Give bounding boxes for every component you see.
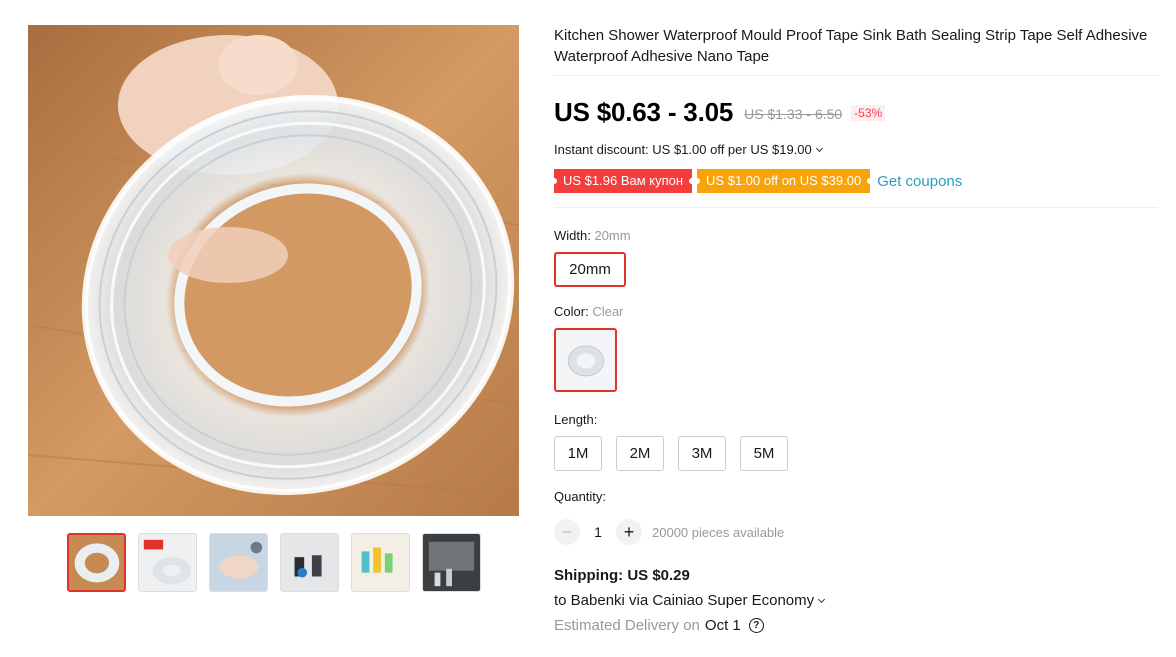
chevron-down-icon [815, 144, 823, 152]
color-label: Color: Clear [554, 304, 1158, 319]
clear-tape-swatch [556, 330, 615, 390]
quantity-label: Quantity: [554, 489, 607, 504]
length-option-2m[interactable]: 2M [616, 436, 664, 471]
thumbnail-strip [67, 533, 481, 592]
coupon-select[interactable]: US $1.00 off on US $39.00 [694, 169, 874, 193]
thumbnail-2[interactable] [138, 533, 197, 592]
thumbnail-5[interactable] [351, 533, 410, 592]
main-product-image[interactable] [28, 25, 519, 516]
length-option-5m[interactable]: 5M [740, 436, 788, 471]
original-price: US $1.33 - 6.50 [744, 105, 843, 122]
shipping-cost: Shipping: US $0.29 [554, 567, 690, 584]
thumbnail-1[interactable] [67, 533, 126, 592]
width-option-20mm[interactable]: 20mm [554, 252, 626, 287]
get-coupons-link[interactable]: Get coupons [877, 173, 962, 190]
question-circle-icon[interactable]: ? [748, 618, 764, 633]
estimated-delivery-date: Oct 1 [704, 617, 741, 634]
quantity-decrease-button[interactable]: − [554, 519, 580, 545]
discount-badge: -53% [851, 104, 886, 121]
length-options: 1M 2M 3M 5M [554, 436, 1158, 471]
coupon-store[interactable]: US $1.96 Вам купон [550, 169, 696, 193]
quantity-input[interactable]: 1 [580, 524, 616, 540]
quantity-stepper: − 1 + 20000 pieces available [554, 519, 1158, 545]
stock-available: 20000 pieces available [652, 524, 785, 540]
instant-discount[interactable]: Instant discount: US $1.00 off per US $1… [554, 142, 1158, 157]
chevron-down-icon [818, 595, 826, 603]
width-label-text: Width: [554, 228, 591, 243]
width-selected-value: 20mm [594, 228, 631, 243]
color-option-clear[interactable] [554, 328, 617, 392]
color-label-text: Color: [554, 304, 589, 319]
length-option-3m[interactable]: 3M [678, 436, 726, 471]
estimated-delivery: Estimated Delivery on Oct 1 ? [554, 617, 1158, 634]
product-details: Kitchen Shower Waterproof Mould Proof Ta… [550, 25, 1158, 634]
length-option-1m[interactable]: 1M [554, 436, 602, 471]
price-row: US $0.63 - 3.05 US $1.33 - 6.50 -53% [554, 95, 1158, 129]
length-label: Length: [554, 412, 598, 427]
instant-discount-text: Instant discount: US $1.00 off per US $1… [554, 142, 812, 157]
thumbnail-4[interactable] [280, 533, 339, 592]
color-selected-value: Clear [592, 304, 624, 319]
estimated-delivery-label: Estimated Delivery on [554, 617, 700, 634]
thumbnail-6[interactable] [422, 533, 481, 592]
quantity-increase-button[interactable]: + [616, 519, 642, 545]
product-title: Kitchen Shower Waterproof Mould Proof Ta… [554, 25, 1158, 76]
shipping-destination-text: to Babenki via Cainiao Super Economy [554, 592, 815, 609]
width-label: Width: 20mm [554, 228, 1158, 243]
shipping-destination[interactable]: to Babenki via Cainiao Super Economy [554, 592, 1158, 609]
coupon-row: US $1.96 Вам купон US $1.00 off on US $3… [550, 169, 1158, 208]
thumbnail-3[interactable] [209, 533, 268, 592]
current-price: US $0.63 - 3.05 [554, 96, 734, 127]
tape-roll-photo [28, 25, 519, 516]
